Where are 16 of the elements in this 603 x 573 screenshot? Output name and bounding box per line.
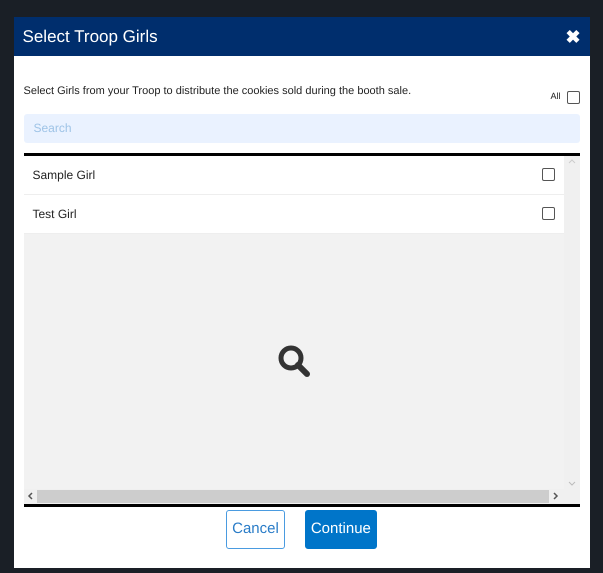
girl-checkbox[interactable] bbox=[542, 168, 554, 181]
dialog-title: Select Troop Girls bbox=[22, 26, 158, 48]
cancel-button[interactable]: Cancel bbox=[226, 510, 285, 548]
girl-checkbox[interactable] bbox=[542, 207, 554, 220]
search-icon bbox=[276, 344, 310, 378]
girl-name: Test Girl bbox=[32, 206, 77, 222]
girl-row[interactable]: Test Girl bbox=[24, 194, 564, 234]
search-field[interactable]: Search bbox=[24, 114, 580, 142]
close-button[interactable]: ✖ bbox=[566, 28, 580, 46]
instructions-text: Select Girls from your Troop to distribute the cookies sold during the booth sale. bbox=[24, 84, 412, 99]
select-all-checkbox[interactable] bbox=[566, 90, 580, 104]
girl-row[interactable]: Sample Girl bbox=[24, 156, 564, 194]
select-all-label: All bbox=[550, 90, 560, 103]
scrollbar-thumb[interactable] bbox=[36, 490, 548, 502]
continue-button[interactable]: Continue bbox=[304, 510, 377, 548]
girl-name: Sample Girl bbox=[32, 166, 96, 184]
